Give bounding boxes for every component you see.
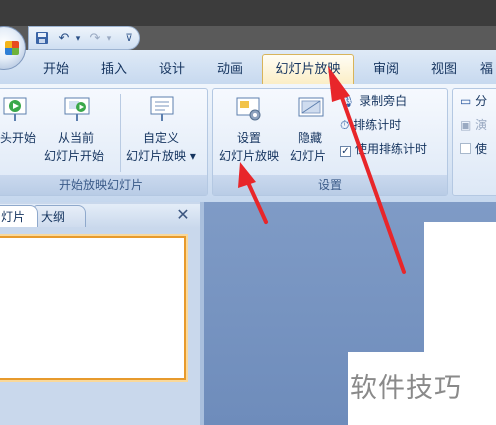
monitor-command-2-label: 演 [475, 118, 488, 132]
watermark: 软件技巧 [350, 373, 462, 404]
monitor-command-2[interactable]: ▣ 演 [460, 116, 487, 134]
tab-home[interactable]: 开始 [36, 58, 76, 82]
use-rehearsed-timings-command[interactable]: ✓ 使用排练计时 [340, 140, 427, 158]
tab-insert[interactable]: 插入 [94, 58, 134, 82]
save-icon[interactable] [34, 31, 50, 47]
tab-animation[interactable]: 动画 [210, 58, 250, 82]
rehearse-timings-label: 排练计时 [353, 118, 402, 132]
tab-slides[interactable]: 灯片 [0, 205, 38, 227]
timer-icon: ⏱ [340, 118, 350, 132]
from-current-icon[interactable] [62, 94, 92, 124]
monitor-command-3-checkbox[interactable] [460, 143, 471, 154]
custom-show-icon[interactable] [148, 94, 178, 124]
setup-slide-show-label-1[interactable]: 设置 [237, 130, 261, 147]
setup-slide-show-label-2[interactable]: 幻灯片放映 [219, 148, 279, 165]
tab-outline[interactable]: 大纲 [34, 205, 86, 227]
record-narration-command[interactable]: 🎙 录制旁白 [340, 92, 407, 110]
quick-access-toolbar: ↶ ▾ ↷ ▾ ⊽ [28, 26, 140, 50]
undo-dropdown-icon[interactable]: ▾ [70, 31, 86, 47]
use-rehearsed-timings-checkbox[interactable]: ✓ [340, 146, 351, 157]
presenter-icon: ▣ [460, 118, 472, 132]
slide-thumbnail[interactable] [0, 236, 186, 380]
hide-slide-label-2[interactable]: 幻灯片 [290, 148, 326, 165]
office-logo-icon [5, 41, 19, 55]
from-beginning-label[interactable]: 头开始 [0, 130, 36, 147]
microphone-icon: 🎙 [340, 94, 356, 108]
from-current-label-1[interactable]: 从当前 [58, 130, 94, 147]
tab-partial[interactable]: 福 [480, 58, 496, 82]
monitor-icon: ▭ [460, 94, 472, 108]
group-label: 设置 [213, 175, 447, 195]
tab-slide-show[interactable]: 幻灯片放映 [262, 54, 354, 84]
monitor-command-3[interactable]: 使 [460, 140, 487, 158]
custom-show-label-2[interactable]: 幻灯片放映 ▾ [126, 148, 196, 165]
setup-slide-show-icon[interactable] [234, 94, 264, 124]
rehearse-timings-command[interactable]: ⏱ 排练计时 [340, 116, 401, 134]
record-narration-label: 录制旁白 [359, 94, 408, 108]
tab-view[interactable]: 视图 [424, 58, 464, 82]
monitor-command-3-label: 使 [475, 142, 488, 156]
from-beginning-icon[interactable] [2, 94, 32, 124]
hide-slide-label-1[interactable]: 隐藏 [298, 130, 322, 147]
monitor-command-1-label: 分 [475, 94, 488, 108]
title-bar [0, 0, 496, 26]
redo-dropdown-icon[interactable]: ▾ [101, 31, 117, 47]
close-icon[interactable]: ✕ [174, 206, 192, 224]
hide-slide-icon[interactable] [296, 94, 326, 124]
use-rehearsed-timings-label: 使用排练计时 [355, 142, 428, 156]
tab-review[interactable]: 审阅 [366, 58, 406, 82]
monitor-command-1[interactable]: ▭ 分 [460, 92, 487, 110]
customize-toolbar-icon[interactable]: ⊽ [121, 31, 137, 47]
group-separator [120, 94, 121, 172]
custom-show-label-1[interactable]: 自定义 [143, 130, 179, 147]
group-label: 开始放映幻灯片 [0, 175, 207, 195]
from-current-label-2[interactable]: 幻灯片开始 [44, 148, 104, 165]
tab-design[interactable]: 设计 [152, 58, 192, 82]
